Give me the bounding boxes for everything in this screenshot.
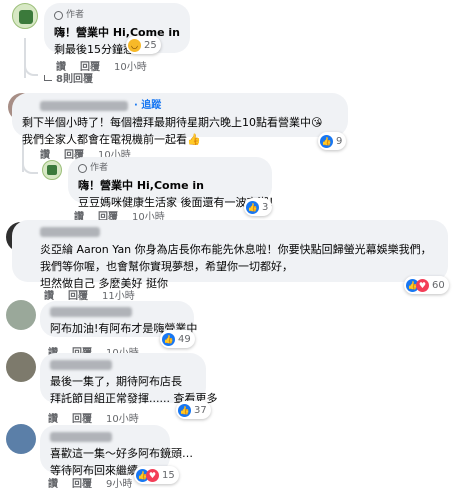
like-reaction-icon: 👍 [162,332,175,346]
thread-connector [24,62,38,76]
reaction-count: 9 [336,135,343,147]
haha-reaction-icon: ◡ [128,38,141,52]
comment-actions: 讚 回覆 10小時 [48,410,139,425]
reaction-count: 25 [144,39,157,51]
comment-text: 我們等你喔，也會幫你實現夢想，希望你一切都好， [40,260,293,273]
author-badge-label: 作者 [90,163,109,173]
comment-bubble: 作者 嗨！營業中 Hi,Come in 剩最後15分鐘惹😭😭 [44,3,190,56]
reaction-summary[interactable]: 👍 ♥ 15 [134,466,179,484]
view-replies-link[interactable]: 8則回覆 [44,70,93,85]
author-badge: 作者 [78,160,262,177]
reaction-summary[interactable]: ◡ 25 [126,36,161,54]
reaction-count: 15 [162,469,175,481]
timestamp[interactable]: 11小時 [102,287,135,302]
like-reaction-icon: 👍 [320,134,333,148]
reply-button[interactable]: 回覆 [68,287,88,302]
author-icon [78,164,87,173]
reaction-summary[interactable]: 👍 49 [160,330,195,348]
comment-actions: 讚 回覆 9小時 [48,475,132,488]
comment-bubble: · 追蹤 剩下半個小時了！每個禮拜最期待星期六晚上10點看營業中😘 我們全家人都… [12,93,348,146]
comment-text: 喜歡這一集～好多阿布鏡頭… [50,447,193,460]
follow-label: 追蹤 [141,100,162,111]
reply-button[interactable]: 回覆 [72,475,92,488]
comment-text[interactable]: 拜託節目組正常發揮...... 查看更多 [50,390,217,407]
author-badge: 作者 [54,7,180,24]
author-icon [54,11,63,20]
like-button[interactable]: 讚 [40,146,50,161]
comment-text: 剩下半個小時了！每個禮拜最期待星期六晚上10點看營業中😘 [22,116,323,129]
thread-connector [22,158,38,174]
timestamp[interactable]: 9小時 [106,475,132,488]
blurred-name [50,432,112,442]
reply-button[interactable]: 回覆 [72,410,92,425]
blurred-name [50,307,132,317]
comment-actions: 讚 回覆 11小時 [44,287,135,302]
timestamp[interactable]: 10小時 [106,410,139,425]
blurred-name [40,100,128,111]
reaction-count: 3 [262,201,269,213]
comment-bubble: 炎亞綸 Aaron Yan 你身為店長你布能先休息啦！你要快點回歸螢光幕娛樂我們… [12,220,448,290]
comment-text: 剩最後15分鐘惹😭😭 [54,43,160,56]
reaction-summary[interactable]: 👍 9 [318,132,347,150]
blurred-name [50,360,112,370]
reaction-count: 37 [194,404,207,416]
avatar[interactable] [6,424,36,454]
reaction-count: 60 [432,279,445,291]
brand-logo-icon [47,165,57,175]
view-replies-label: 8則回覆 [56,74,93,85]
like-reaction-icon: 👍 [246,200,259,214]
author-badge-label: 作者 [66,10,85,20]
like-button[interactable]: 讚 [48,410,58,425]
comment-bubble: 作者 嗨！營業中 Hi,Come in 豆豆媽咪健康生活家 後面還有一波高潮！ [68,157,280,209]
comment-text: 炎亞綸 Aaron Yan 你身為店長你布能先休息啦！你要快點回歸螢光幕娛樂我們… [40,243,432,256]
like-button[interactable]: 讚 [48,475,58,488]
blurred-name [40,227,100,237]
brand-logo-icon [19,10,33,24]
comment-bubble: 最後一集了，期待阿布店長 拜託節目組正常發揮...... 查看更多 [40,353,217,405]
reaction-count: 49 [178,333,191,345]
avatar[interactable] [12,3,38,29]
like-reaction-icon: 👍 [178,403,191,417]
reaction-summary[interactable]: 👍 37 [176,401,211,419]
avatar[interactable] [6,300,36,330]
commenter-name[interactable]: 嗨！營業中 Hi,Come in [78,177,262,194]
avatar[interactable] [6,352,36,382]
reaction-summary[interactable]: 👍 3 [244,198,273,216]
avatar[interactable] [42,160,62,180]
commenter-name[interactable]: 嗨！營業中 Hi,Come in [54,24,180,41]
like-button[interactable]: 讚 [44,287,54,302]
reply-arrow-icon [44,74,52,81]
follow-button[interactable]: · 追蹤 [134,97,161,114]
comment-text: 最後一集了，期待阿布店長 [50,375,182,388]
heart-reaction-icon: ♥ [146,468,159,482]
timestamp[interactable]: 10小時 [114,58,147,73]
heart-reaction-icon: ♥ [416,278,429,292]
reaction-summary[interactable]: 👍 ♥ 60 [404,276,449,294]
